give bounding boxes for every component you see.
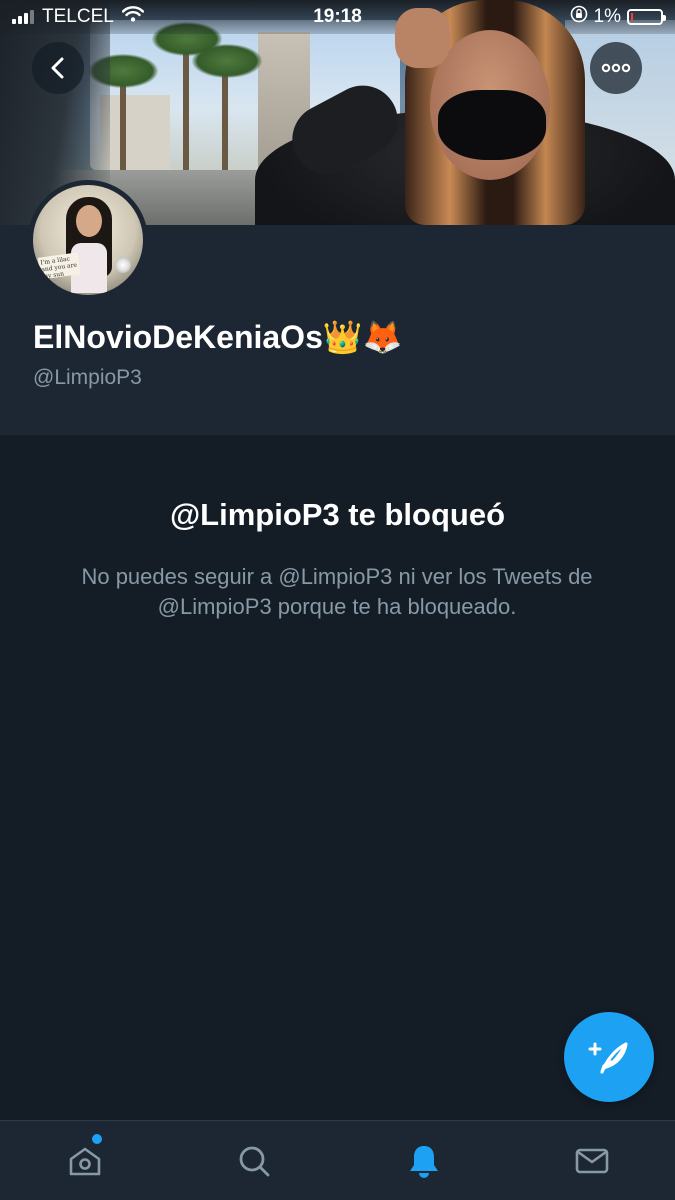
wifi-icon	[121, 6, 145, 28]
bottom-tab-bar	[0, 1120, 675, 1200]
feather-plus-icon	[588, 1042, 628, 1074]
more-options-button[interactable]	[590, 42, 642, 94]
search-icon	[239, 1146, 270, 1177]
battery-percent: 1%	[593, 6, 621, 27]
compose-tweet-button[interactable]	[564, 1012, 654, 1102]
status-bar: TELCEL 19:18 1%	[0, 0, 675, 34]
back-button[interactable]	[32, 42, 84, 94]
signal-icon	[12, 10, 34, 24]
blocked-title: @LimpioP3 te bloqueó	[169, 497, 506, 532]
new-content-indicator	[92, 1134, 102, 1144]
tab-home[interactable]	[63, 1139, 107, 1183]
user-handle: @LimpioP3	[33, 366, 142, 389]
display-name: ElNovioDeKeniaOs👑🦊	[33, 319, 403, 355]
tab-notifications[interactable]	[402, 1139, 446, 1183]
orientation-lock-icon	[570, 5, 588, 29]
more-horizontal-icon	[601, 63, 631, 73]
carrier-label: TELCEL	[42, 6, 114, 27]
blocked-description: No puedes seguir a @LimpioP3 ni ver los …	[81, 564, 593, 619]
battery-icon	[627, 9, 666, 25]
home-icon	[69, 1147, 101, 1176]
envelope-icon	[575, 1148, 609, 1174]
bell-icon	[410, 1146, 438, 1178]
tab-search[interactable]	[232, 1139, 276, 1183]
tab-messages[interactable]	[570, 1139, 614, 1183]
chevron-left-icon	[51, 57, 64, 79]
profile-screen: TELCEL 19:18 1% I'm a lilac and you are …	[0, 0, 675, 1200]
avatar[interactable]: I'm a lilac and you are my sun	[28, 180, 148, 300]
